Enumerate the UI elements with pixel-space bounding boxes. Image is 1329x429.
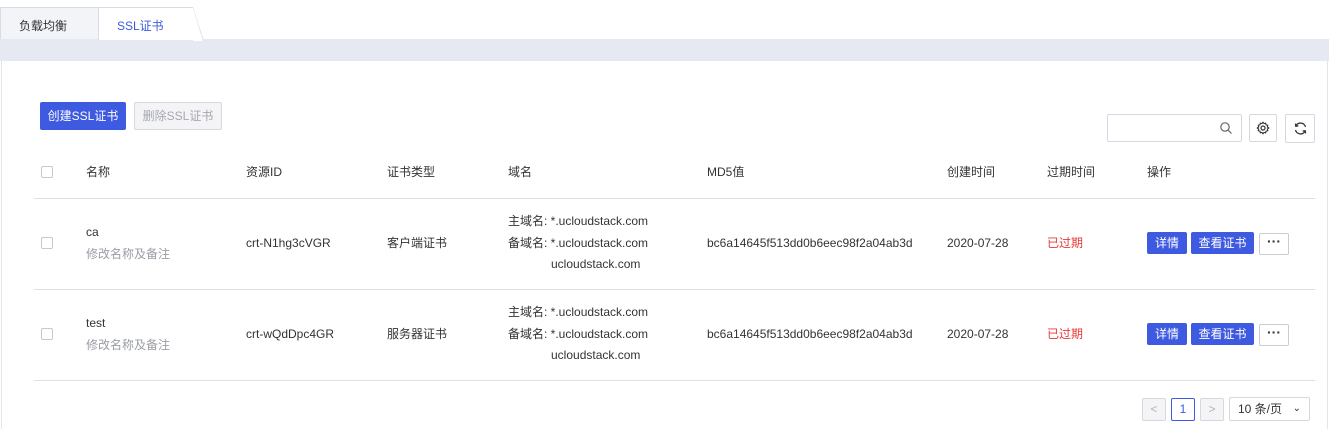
more-actions-button[interactable]: ··· bbox=[1259, 233, 1289, 255]
cert-name: ca bbox=[86, 225, 99, 239]
view-cert-button[interactable]: 查看证书 bbox=[1191, 323, 1254, 345]
more-actions-button[interactable]: ··· bbox=[1259, 324, 1289, 346]
search-icon[interactable] bbox=[1219, 121, 1233, 135]
domain-list: 主域名: *.ucloudstack.com 备域名: *.ucloudstac… bbox=[508, 302, 648, 367]
column-header-expiry: 过期时间 bbox=[1047, 165, 1096, 179]
resource-id: crt-N1hg3cVGR bbox=[246, 236, 331, 250]
detail-button[interactable]: 详情 bbox=[1147, 323, 1187, 345]
delete-ssl-button[interactable]: 删除SSL证书 bbox=[134, 102, 222, 130]
expiry-status: 已过期 bbox=[1047, 236, 1084, 250]
alt-domain: *.ucloudstack.com bbox=[550, 326, 649, 341]
domain-list: 主域名: *.ucloudstack.com 备域名: *.ucloudstac… bbox=[508, 211, 648, 276]
row-checkbox[interactable] bbox=[41, 328, 53, 340]
search-input[interactable] bbox=[1114, 115, 1214, 141]
column-header-name: 名称 bbox=[86, 165, 111, 179]
primary-domain: *.ucloudstack.com bbox=[550, 214, 649, 228]
cert-type: 服务器证书 bbox=[387, 327, 448, 341]
edit-name-link[interactable]: 修改名称及备注 bbox=[86, 335, 170, 356]
create-ssl-button[interactable]: 创建SSL证书 bbox=[40, 102, 126, 130]
prev-page-button[interactable]: < bbox=[1142, 398, 1166, 421]
page-size-select[interactable]: 10 条/页 ⌄ bbox=[1229, 397, 1310, 421]
settings-button[interactable] bbox=[1249, 114, 1277, 142]
tab-ssl-certificate[interactable]: SSL证书 bbox=[98, 7, 204, 41]
created-date: 2020-07-28 bbox=[947, 236, 1009, 250]
tab-load-balancer[interactable]: 负载均衡 bbox=[0, 7, 108, 41]
table-header-divider bbox=[34, 198, 1315, 199]
column-header-domain: 域名 bbox=[508, 165, 533, 179]
column-header-cert-type: 证书类型 bbox=[387, 165, 436, 179]
column-header-md5: MD5值 bbox=[707, 165, 745, 179]
detail-button[interactable]: 详情 bbox=[1147, 232, 1187, 254]
view-cert-button[interactable]: 查看证书 bbox=[1191, 232, 1254, 254]
chevron-down-icon: ⌄ bbox=[1292, 403, 1301, 414]
page-size-value: 10 条/页 bbox=[1238, 402, 1283, 416]
cert-type: 客户端证书 bbox=[387, 236, 448, 250]
md5-value: bc6a14645f513dd0b6eec98f2a04ab3d bbox=[707, 236, 913, 250]
next-page-button[interactable]: > bbox=[1200, 398, 1224, 421]
primary-domain: *.ucloudstack.com bbox=[550, 305, 649, 319]
search-box[interactable] bbox=[1107, 114, 1242, 142]
alt-domain: ucloudstack.com bbox=[551, 257, 641, 271]
alt-domain-label: 备域名: bbox=[508, 326, 551, 341]
resource-id: crt-wQdDpc4GR bbox=[246, 327, 335, 341]
row-divider bbox=[34, 289, 1315, 290]
page-number-button[interactable]: 1 bbox=[1171, 398, 1195, 421]
alt-domain: ucloudstack.com bbox=[551, 348, 641, 362]
expiry-status: 已过期 bbox=[1047, 327, 1084, 341]
tab-content-strip bbox=[0, 39, 1329, 61]
md5-value: bc6a14645f513dd0b6eec98f2a04ab3d bbox=[707, 327, 913, 341]
column-header-resource-id: 资源ID bbox=[246, 165, 283, 179]
primary-domain-label: 主域名: bbox=[508, 214, 551, 228]
created-date: 2020-07-28 bbox=[947, 327, 1009, 341]
gear-icon bbox=[1256, 121, 1270, 135]
tab-bar: 负载均衡 SSL证书 bbox=[0, 0, 1329, 41]
alt-domain: *.ucloudstack.com bbox=[550, 235, 649, 250]
row-checkbox[interactable] bbox=[41, 237, 53, 249]
cert-name: test bbox=[86, 316, 106, 330]
edit-name-link[interactable]: 修改名称及备注 bbox=[86, 244, 170, 265]
primary-domain-label: 主域名: bbox=[508, 305, 551, 319]
refresh-icon bbox=[1294, 122, 1306, 135]
select-all-checkbox[interactable] bbox=[41, 166, 53, 178]
column-header-created: 创建时间 bbox=[947, 165, 996, 179]
column-header-actions: 操作 bbox=[1147, 165, 1172, 179]
row-divider bbox=[34, 380, 1315, 381]
refresh-button[interactable] bbox=[1285, 114, 1315, 143]
alt-domain-label: 备域名: bbox=[508, 235, 551, 250]
